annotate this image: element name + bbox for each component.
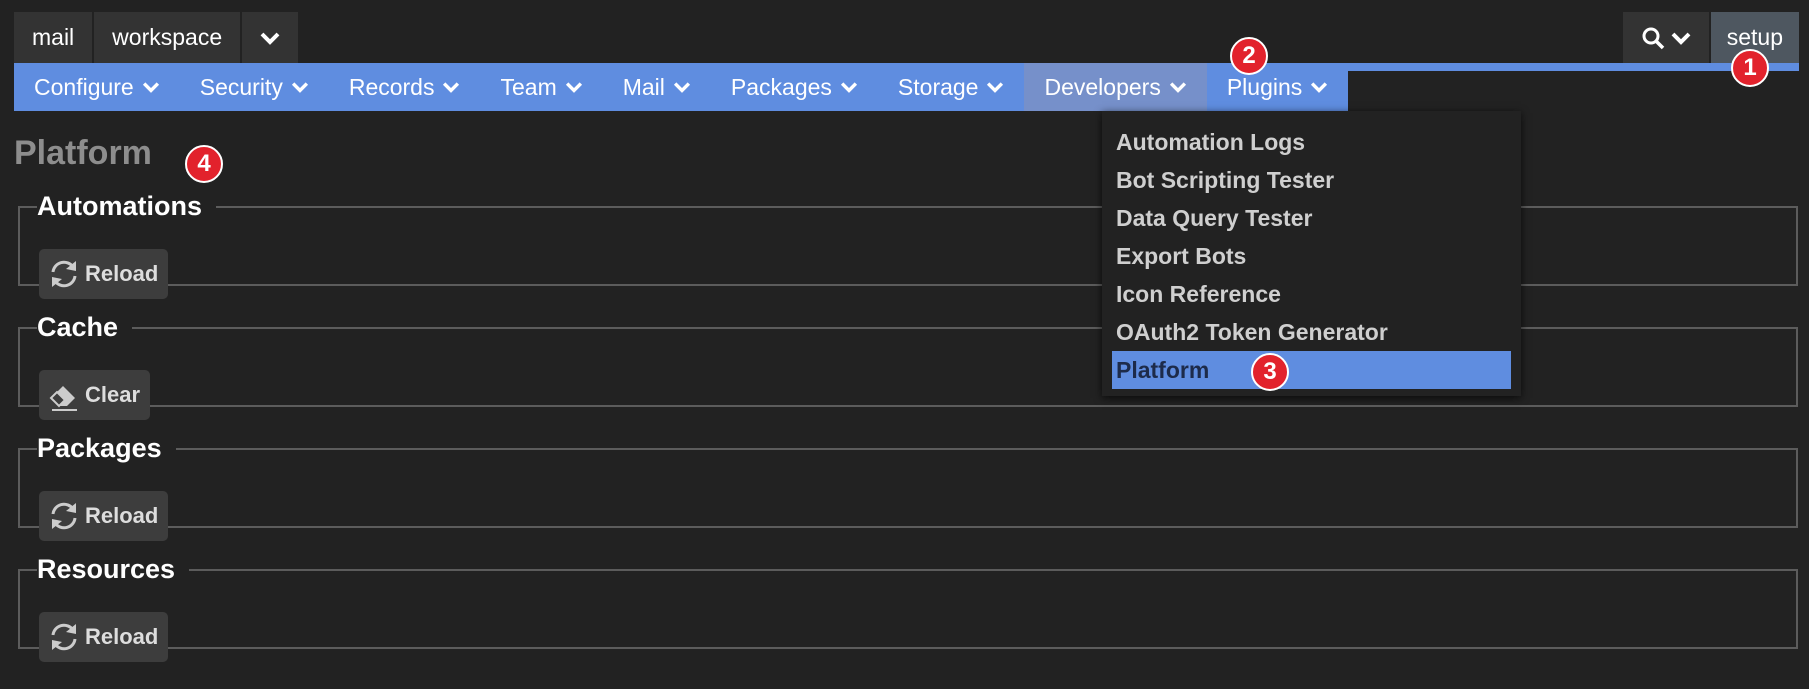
search-icon (1642, 27, 1664, 49)
nav-records[interactable]: Records (329, 63, 481, 111)
nav-label: Configure (34, 73, 134, 100)
nav-label: Storage (897, 73, 979, 100)
nav-developers[interactable]: Developers (1024, 63, 1207, 111)
section-cache: Cache Clear (18, 312, 1798, 420)
automations-reload-button[interactable]: Reload (39, 249, 169, 299)
button-label: Reload (85, 624, 159, 649)
nav-storage[interactable]: Storage (878, 63, 1025, 111)
menu-item-automation-logs[interactable]: Automation Logs (1102, 123, 1521, 161)
menu-item-data-query-tester[interactable]: Data Query Tester (1102, 199, 1521, 237)
button-label: Clear (85, 382, 141, 407)
nav-label: Plugins (1226, 73, 1303, 100)
nav-label: Developers (1044, 73, 1161, 100)
developers-dropdown-menu: Automation Logs Bot Scripting Tester Dat… (1102, 111, 1521, 396)
packages-reload-button[interactable]: Reload (39, 491, 169, 541)
menu-item-oauth2-token-generator[interactable]: OAuth2 Token Generator (1102, 313, 1521, 351)
nav-plugins[interactable]: Plugins (1207, 63, 1348, 111)
top-right-controls: setup (1622, 12, 1799, 63)
refresh-icon (51, 502, 77, 530)
nav-label: Packages (730, 73, 832, 100)
section-packages: Packages Reload (18, 433, 1798, 541)
menu-item-bot-scripting-tester[interactable]: Bot Scripting Tester (1102, 161, 1521, 199)
nav-label: Mail (622, 73, 665, 100)
menu-item-platform[interactable]: Platform (1112, 351, 1511, 389)
top-tabs: mail workspace (14, 12, 299, 63)
chevron-down-icon (1169, 82, 1186, 93)
chevron-down-icon (840, 82, 857, 93)
tabs-dropdown-button[interactable] (242, 12, 299, 63)
section-title: Resources (37, 554, 176, 584)
chevron-down-icon (1311, 82, 1328, 93)
resources-reload-button[interactable]: Reload (39, 612, 169, 662)
chevron-down-icon (565, 82, 582, 93)
menu-item-icon-reference[interactable]: Icon Reference (1102, 275, 1521, 313)
refresh-icon (51, 623, 77, 651)
section-title: Automations (37, 191, 202, 221)
chevron-down-icon (673, 82, 690, 93)
nav-label: Team (500, 73, 557, 100)
chevron-down-icon (291, 82, 308, 93)
chevron-down-icon (260, 32, 280, 45)
nav-packages[interactable]: Packages (711, 63, 878, 111)
step-badge-1: 1 (1731, 49, 1769, 87)
nav-configure[interactable]: Configure (14, 63, 180, 111)
section-resources: Resources Reload (18, 554, 1798, 662)
search-button[interactable] (1622, 12, 1711, 63)
section-automations: Automations Reload (18, 191, 1798, 299)
button-label: Reload (85, 503, 159, 528)
cache-clear-button[interactable]: Clear (39, 370, 151, 420)
step-badge-2: 2 (1230, 37, 1268, 75)
nav-label: Security (199, 73, 283, 100)
section-title: Cache (37, 312, 119, 342)
chevron-down-icon (987, 82, 1004, 93)
menu-item-export-bots[interactable]: Export Bots (1102, 237, 1521, 275)
chevron-down-icon (142, 82, 159, 93)
main-nav: Configure Security Records Team Mail Pac… (14, 63, 1349, 111)
nav-team[interactable]: Team (480, 63, 602, 111)
chevron-down-icon (1671, 32, 1691, 45)
refresh-icon (51, 260, 77, 288)
nav-mail[interactable]: Mail (603, 63, 711, 111)
chevron-down-icon (443, 82, 460, 93)
eraser-icon (49, 386, 77, 411)
tab-mail[interactable]: mail (14, 12, 95, 63)
button-label: Reload (85, 261, 159, 286)
step-badge-4: 4 (185, 145, 223, 183)
nav-label: Records (348, 73, 435, 100)
nav-security[interactable]: Security (180, 63, 329, 111)
section-title: Packages (37, 433, 162, 463)
page-title: Platform (14, 134, 152, 172)
step-badge-3: 3 (1251, 353, 1289, 391)
tab-workspace[interactable]: workspace (94, 12, 243, 63)
